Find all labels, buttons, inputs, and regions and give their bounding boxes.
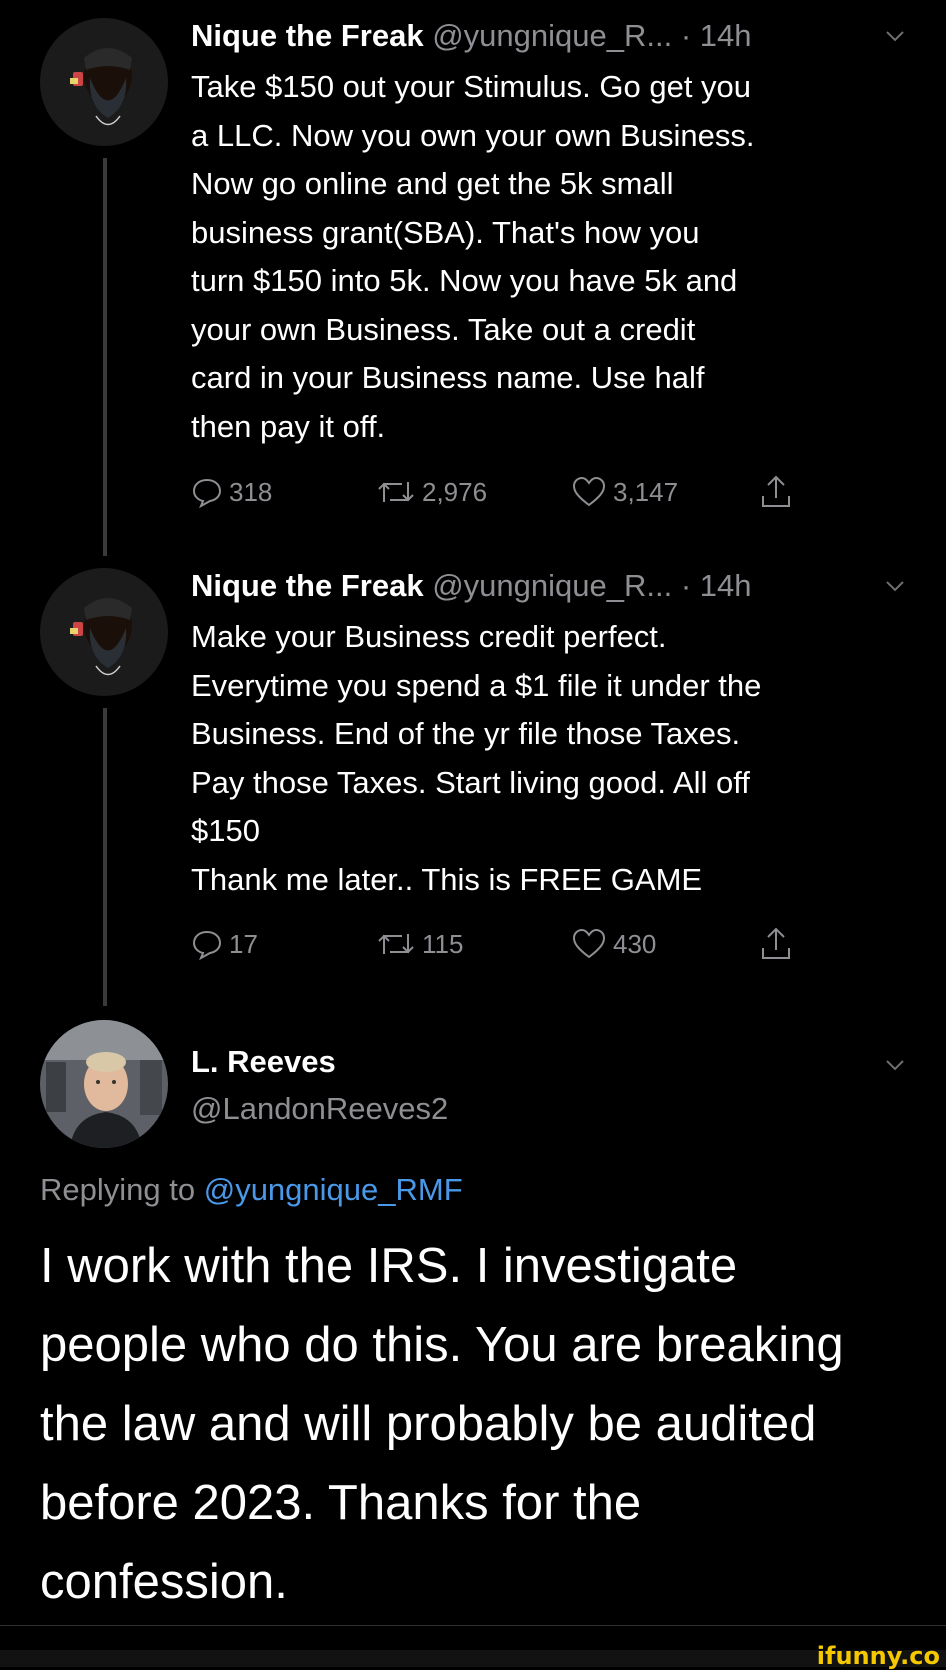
like-button[interactable]: 3,147 xyxy=(571,472,678,512)
tweet-actions: 17 115 430 xyxy=(191,924,831,964)
share-button[interactable] xyxy=(759,472,793,512)
like-count: 3,147 xyxy=(613,476,679,507)
tweet-text: Take $150 out your Stimulus. Go get you … xyxy=(191,69,755,444)
retweet-button[interactable]: 2,976 xyxy=(376,472,487,512)
replying-prefix: Replying to xyxy=(40,1172,204,1207)
reply-button[interactable]: 318 xyxy=(191,472,272,512)
share-icon xyxy=(759,474,793,510)
reply-count: 318 xyxy=(229,476,273,507)
thread-connector-line xyxy=(103,158,107,556)
author-handle[interactable]: @LandonReeves2 xyxy=(191,1091,448,1127)
chevron-down-icon[interactable] xyxy=(884,575,906,597)
author-name[interactable]: Nique the Freak xyxy=(191,568,424,603)
reply-icon xyxy=(191,476,223,508)
retweet-button[interactable]: 115 xyxy=(376,924,463,964)
replying-mention-link[interactable]: @yungnique_RMF xyxy=(204,1172,463,1207)
retweet-icon xyxy=(376,476,416,508)
tweet-actions: 318 2,976 3,147 xyxy=(191,472,831,512)
chevron-down-icon[interactable] xyxy=(884,25,906,47)
avatar-reeves[interactable] xyxy=(40,1020,168,1148)
replying-to-line: Replying to @yungnique_RMF xyxy=(40,1172,463,1208)
reply-button[interactable]: 17 xyxy=(191,924,258,964)
tweet-time: 14h xyxy=(699,18,752,53)
retweet-count: 115 xyxy=(422,928,464,959)
tweet-header: Nique the Freak @yungnique_R... · 14h xyxy=(191,18,752,54)
tweet-header: Nique the Freak @yungnique_R... · 14h xyxy=(191,568,752,604)
author-handle[interactable]: @yungnique_R... xyxy=(432,568,672,603)
main-tweet-text: I work with the IRS. I investigate peopl… xyxy=(40,1239,844,1609)
share-icon xyxy=(759,926,793,962)
avatar-nique[interactable] xyxy=(40,18,168,146)
reply-count: 17 xyxy=(229,928,258,959)
share-button[interactable] xyxy=(759,924,793,964)
retweet-count: 2,976 xyxy=(422,476,488,507)
like-icon xyxy=(571,476,607,508)
reply-icon xyxy=(191,928,223,960)
author-handle[interactable]: @yungnique_R... xyxy=(432,18,672,53)
ifunny-watermark: ifunny.co xyxy=(816,1642,940,1670)
chevron-down-icon[interactable] xyxy=(884,1054,906,1076)
bottom-divider xyxy=(0,1625,946,1626)
tweet-text: Make your Business credit perfect. Every… xyxy=(191,619,762,897)
like-button[interactable]: 430 xyxy=(571,924,656,964)
author-name[interactable]: L. Reeves xyxy=(191,1044,336,1080)
separator-dot: · xyxy=(680,18,692,53)
retweet-icon xyxy=(376,928,416,960)
tweet-time: 14h xyxy=(699,568,752,603)
separator-dot: · xyxy=(680,568,692,603)
like-icon xyxy=(571,928,607,960)
avatar-nique[interactable] xyxy=(40,568,168,696)
bottom-bar xyxy=(0,1650,946,1667)
author-name[interactable]: Nique the Freak xyxy=(191,18,424,53)
like-count: 430 xyxy=(613,928,657,959)
thread-connector-line xyxy=(103,708,107,1006)
